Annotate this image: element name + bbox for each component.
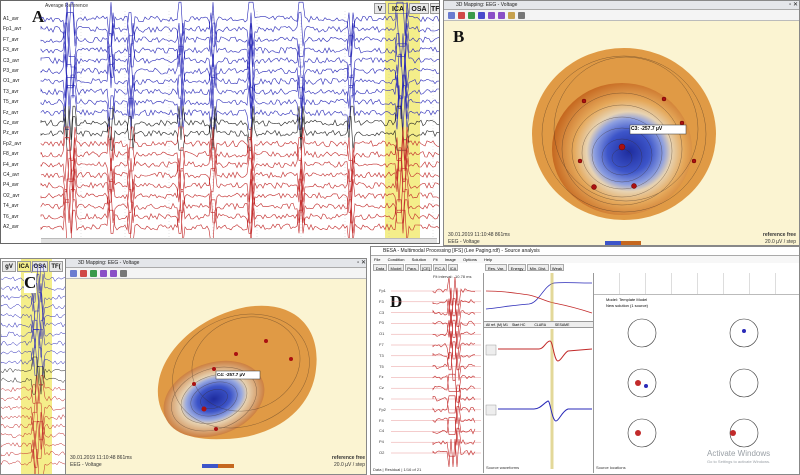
panel-c-reference: reference free: [331, 455, 365, 461]
head-map-b[interactable]: [444, 1, 800, 246]
panel-d-left-status: Data | Residual | 1/16 of 21: [373, 467, 422, 472]
panel-b-3d-mapping: 3D Mapping: EEG - Voltage ▫ ✕ B C3: -257…: [443, 0, 800, 246]
source-model-bar: All ref. (M) M1 Start HC CLARA SESAME: [484, 321, 594, 328]
source-waveforms-plot: [485, 329, 593, 469]
source-row-start[interactable]: Start HC: [512, 323, 525, 327]
tab-energy[interactable]: Energy: [508, 264, 526, 271]
electrode-c4-marker[interactable]: [201, 406, 207, 412]
panel-d-besa-source-analysis: BESA - Multimodal Processing [IFS] (Lee …: [370, 246, 800, 475]
eeg-trace: [1, 347, 65, 377]
panel-c-scale: 20.0 µV / step: [334, 462, 365, 468]
panel-d-trace-canvas: [391, 276, 481, 468]
source-row-sesame[interactable]: SESAME: [555, 323, 570, 327]
eeg-trace-canvas: [40, 1, 439, 243]
panel-d-fit-interval: Fit interval: -10.78 ms: [433, 274, 472, 279]
eeg-trace: [1, 365, 65, 395]
panel-c-eeg-and-map: gV ICA OSA TF( C 3D Mapping: EEG - Volta…: [0, 258, 367, 475]
eeg-trace: [432, 374, 476, 392]
eeg-trace: [40, 1, 439, 37]
residual-variance-plot: [484, 273, 594, 321]
solution-label: New solution (1 source): [606, 303, 649, 308]
eeg-trace: [1, 384, 65, 413]
eeg-trace: [1, 375, 65, 404]
electrode-c3-label: C3: -257.7 µV: [631, 126, 663, 132]
tab-res-var[interactable]: Res. Var.: [485, 264, 507, 271]
source-row-ref[interactable]: All ref. (M) M1: [486, 323, 508, 327]
model-label: Model: Template Model: [606, 297, 648, 302]
head-map-c[interactable]: [66, 259, 367, 475]
panel-b-scale: 20.0 µV / step: [765, 239, 796, 245]
source-waveform-panel: All ref. (M) M1 Start HC CLARA SESAME So…: [483, 273, 594, 473]
tab-weak[interactable]: Weak: [550, 264, 564, 271]
eeg-trace: [40, 157, 439, 193]
panel-a-eeg-traces: Average Reference A V ICA OSA TF( A1_avr…: [0, 0, 440, 244]
panel-c-mode: EEG - Voltage: [70, 462, 102, 468]
eeg-trace: [1, 319, 65, 349]
head-glyph-grid: [627, 318, 759, 448]
time-scrollbar[interactable]: [41, 238, 437, 243]
panel-c-timestamp: 30.01.2019 11:10:48 861ms: [70, 455, 132, 461]
panel-c-map-window: 3D Mapping: EEG - Voltage ▫ ✕ C4: -257.7…: [65, 259, 367, 475]
tab-min-dist[interactable]: Min. Dist.: [527, 264, 549, 271]
parameter-grid: [594, 273, 799, 295]
eeg-trace: [1, 329, 65, 358]
source-row-clara[interactable]: CLARA: [534, 323, 545, 327]
activate-windows-watermark: Activate Windows: [707, 449, 771, 458]
electrode-c4-label: C4: -257.7 µV: [217, 372, 246, 377]
activate-windows-subtext: Go to Settings to activate Windows.: [707, 459, 771, 464]
eeg-trace: [1, 338, 65, 367]
eeg-trace: [40, 74, 439, 109]
eeg-trace: [40, 199, 439, 234]
electrode-c3-marker[interactable]: [618, 143, 626, 151]
source-location-panel: New solution (1 source) Model: Template …: [593, 273, 799, 473]
source-locations-label: Source locations: [596, 465, 626, 470]
color-scale-bar: [605, 241, 641, 245]
source-waveforms-label: Source waveforms: [486, 465, 520, 470]
panel-b-mode: EEG - Voltage: [448, 239, 480, 245]
panel-b-timestamp: 30.01.2019 11:10:48 861ms: [448, 232, 510, 238]
panel-b-reference: reference free: [762, 232, 796, 238]
panel-c-letter: C: [24, 273, 37, 293]
eeg-trace: [40, 126, 439, 161]
menu-help[interactable]: Help: [484, 257, 492, 262]
